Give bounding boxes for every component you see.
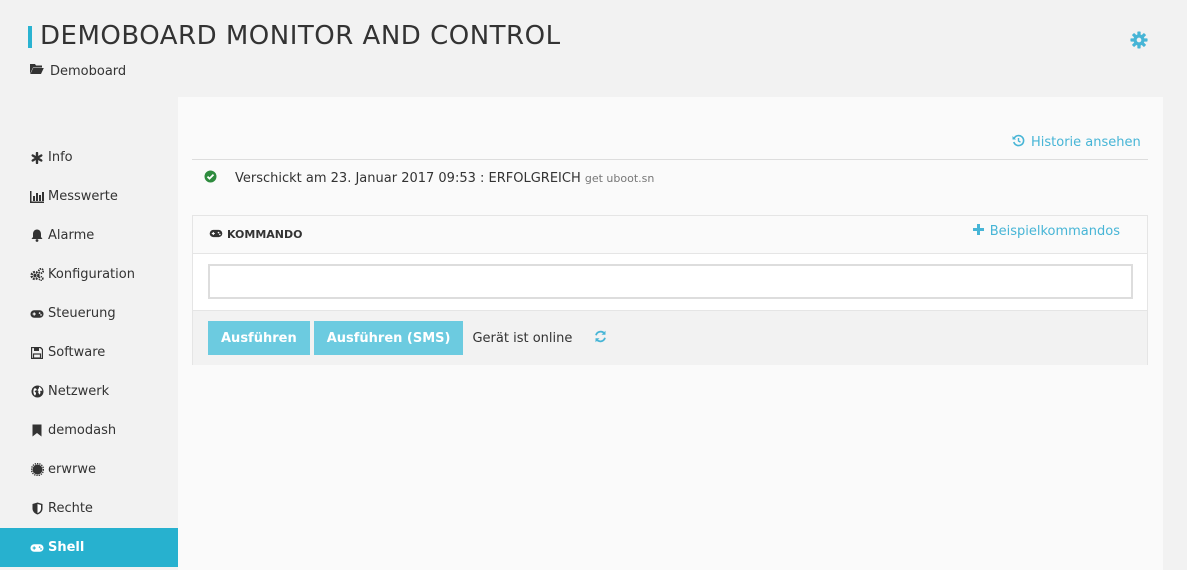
sidebar: Info Messwerte Alarme Konfiguration Steu… xyxy=(0,138,188,567)
shield-icon xyxy=(30,502,44,516)
sidebar-item-label: Info xyxy=(48,150,73,165)
sidebar-item-steuerung[interactable]: Steuerung xyxy=(0,294,188,333)
breadcrumb-label: Demoboard xyxy=(50,63,127,79)
execute-sms-button[interactable]: Ausführen (SMS) xyxy=(313,321,464,355)
sidebar-item-netzwerk[interactable]: Netzwerk xyxy=(0,372,188,411)
sidebar-item-erwrwe[interactable]: erwrwe xyxy=(0,450,188,489)
gamepad-icon xyxy=(209,228,223,241)
plus-icon xyxy=(972,224,984,239)
cogs-icon xyxy=(30,268,44,282)
sidebar-item-label: Konfiguration xyxy=(48,267,135,282)
sidebar-item-label: Rechte xyxy=(48,501,93,516)
bell-icon xyxy=(30,229,44,243)
sidebar-item-shell[interactable]: Shell xyxy=(0,528,188,567)
folder-open-icon xyxy=(30,63,44,79)
command-input-area xyxy=(193,254,1147,310)
gamepad-icon xyxy=(30,307,44,321)
command-box-title: KOMMANDO xyxy=(227,228,303,241)
status-text: Verschickt am 23. Januar 2017 09:53 : ER… xyxy=(235,171,581,186)
sidebar-item-label: Shell xyxy=(48,540,85,555)
sidebar-item-software[interactable]: Software xyxy=(0,333,188,372)
sidebar-item-konfiguration[interactable]: Konfiguration xyxy=(0,255,188,294)
status-command: get uboot.sn xyxy=(584,172,655,185)
sidebar-item-label: demodash xyxy=(48,423,117,438)
sidebar-item-demodash[interactable]: demodash xyxy=(0,411,188,450)
title-accent-bar xyxy=(28,26,32,48)
execute-button[interactable]: Ausführen xyxy=(208,321,310,355)
command-box-header: KOMMANDO Beispielkommandos xyxy=(193,216,1147,254)
refresh-icon[interactable] xyxy=(594,330,607,347)
device-status-text: Gerät ist online xyxy=(472,330,573,346)
page-title: DEMOBOARD MONITOR AND CONTROL xyxy=(40,21,561,51)
divider xyxy=(192,159,1148,160)
history-icon xyxy=(1012,134,1025,151)
settings-gear-icon[interactable] xyxy=(1129,31,1149,51)
example-commands-link[interactable]: Beispielkommandos xyxy=(972,224,1120,239)
sidebar-item-messwerte[interactable]: Messwerte xyxy=(0,177,188,216)
main-panel: Historie ansehen Verschickt am 23. Janua… xyxy=(178,97,1163,570)
sidebar-item-label: erwrwe xyxy=(48,462,96,477)
sidebar-item-label: Netzwerk xyxy=(48,384,110,399)
sidebar-item-alarme[interactable]: Alarme xyxy=(0,216,188,255)
history-link-label: Historie ansehen xyxy=(1031,135,1141,150)
success-check-icon xyxy=(204,170,217,187)
bar-chart-icon xyxy=(30,190,44,204)
sidebar-item-label: Steuerung xyxy=(48,306,116,321)
last-command-status: Verschickt am 23. Januar 2017 09:53 : ER… xyxy=(204,170,654,187)
globe-icon xyxy=(30,385,44,399)
sidebar-item-label: Software xyxy=(48,345,106,360)
bookmark-icon xyxy=(30,424,44,438)
breadcrumb[interactable]: Demoboard xyxy=(30,63,126,79)
sidebar-item-label: Messwerte xyxy=(48,189,118,204)
asterisk-icon xyxy=(30,151,44,165)
command-input[interactable] xyxy=(208,264,1133,299)
floppy-icon xyxy=(30,346,44,360)
example-commands-label: Beispielkommandos xyxy=(989,224,1120,239)
command-actions: Ausführen Ausführen (SMS) Gerät ist onli… xyxy=(193,310,1147,365)
sidebar-item-info[interactable]: Info xyxy=(0,138,188,177)
history-link[interactable]: Historie ansehen xyxy=(1012,134,1141,151)
certificate-icon xyxy=(30,463,44,477)
sidebar-item-label: Alarme xyxy=(48,228,95,243)
command-box: KOMMANDO Beispielkommandos Ausführen Aus… xyxy=(192,215,1148,365)
sidebar-item-rechte[interactable]: Rechte xyxy=(0,489,188,528)
gamepad-icon xyxy=(30,541,44,555)
